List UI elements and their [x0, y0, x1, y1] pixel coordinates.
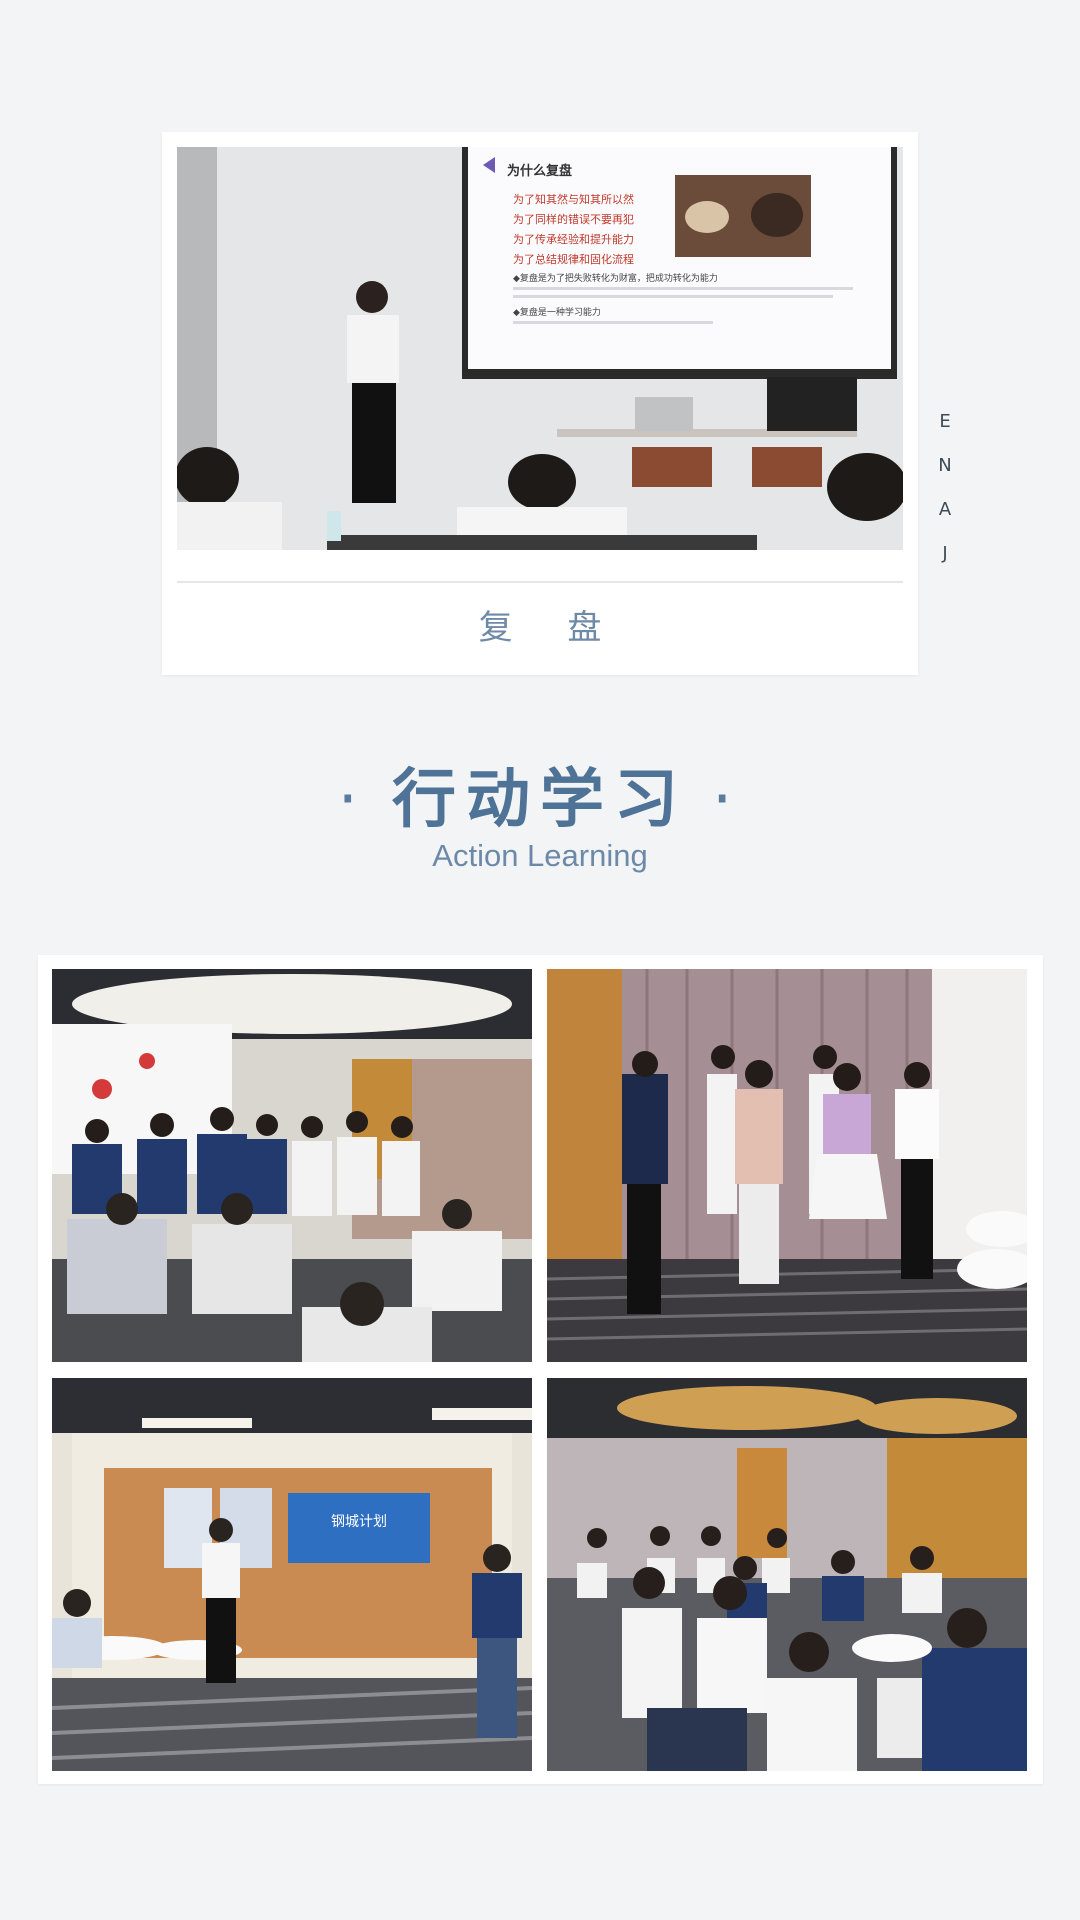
title-dot-right: · [712, 763, 743, 837]
gallery-photo-poster-presentation[interactable]: 钢城计划 [52, 1378, 532, 1771]
section-title: · 行动学习 · [0, 748, 1080, 840]
side-letter: N [938, 455, 952, 476]
side-letter: A [938, 499, 952, 520]
review-session-photo[interactable]: 为什么复盘 为了知其然与知其所以然 为了同样的错误不要再犯 为了传承经验和提升能… [177, 147, 903, 550]
slide-heading: 为什么复盘 [507, 163, 572, 179]
side-letter: J [942, 543, 948, 564]
slide-point: ◆复盘是一种学习能力 [513, 306, 601, 318]
side-vertical-label: E N A J [935, 400, 955, 576]
poster-banner-text: 钢城计划 [331, 1514, 387, 1530]
gallery-photo-team-presentation[interactable] [52, 969, 532, 1362]
gallery-photo-graphic [52, 969, 532, 1362]
review-caption: 复 盘 [478, 608, 624, 648]
section-subtitle: Action Learning [432, 838, 648, 873]
side-letter: E [939, 411, 951, 432]
slide-bullet: 为了传承经验和提升能力 [513, 232, 634, 246]
gallery-photo-graphic: 钢城计划 [52, 1378, 532, 1771]
title-dot-left: · [337, 763, 368, 837]
section-title-text: 行动学习 [392, 763, 688, 837]
review-session-photo-graphic: 为什么复盘 为了知其然与知其所以然 为了同样的错误不要再犯 为了传承经验和提升能… [177, 147, 903, 550]
gallery-photo-seated-audience[interactable] [547, 1378, 1027, 1771]
slide-bullet: 为了总结规律和固化流程 [513, 252, 634, 266]
gallery-photo-graphic [547, 1378, 1027, 1771]
slide-point: ◆复盘是为了把失败转化为财富，把成功转化为能力 [513, 272, 718, 284]
gallery-photo-presenters[interactable] [547, 969, 1027, 1362]
gallery-photo-graphic [547, 969, 1027, 1362]
slide-bullet: 为了同样的错误不要再犯 [513, 212, 634, 226]
slide-bullet: 为了知其然与知其所以然 [513, 192, 634, 206]
caption-divider [177, 581, 903, 583]
